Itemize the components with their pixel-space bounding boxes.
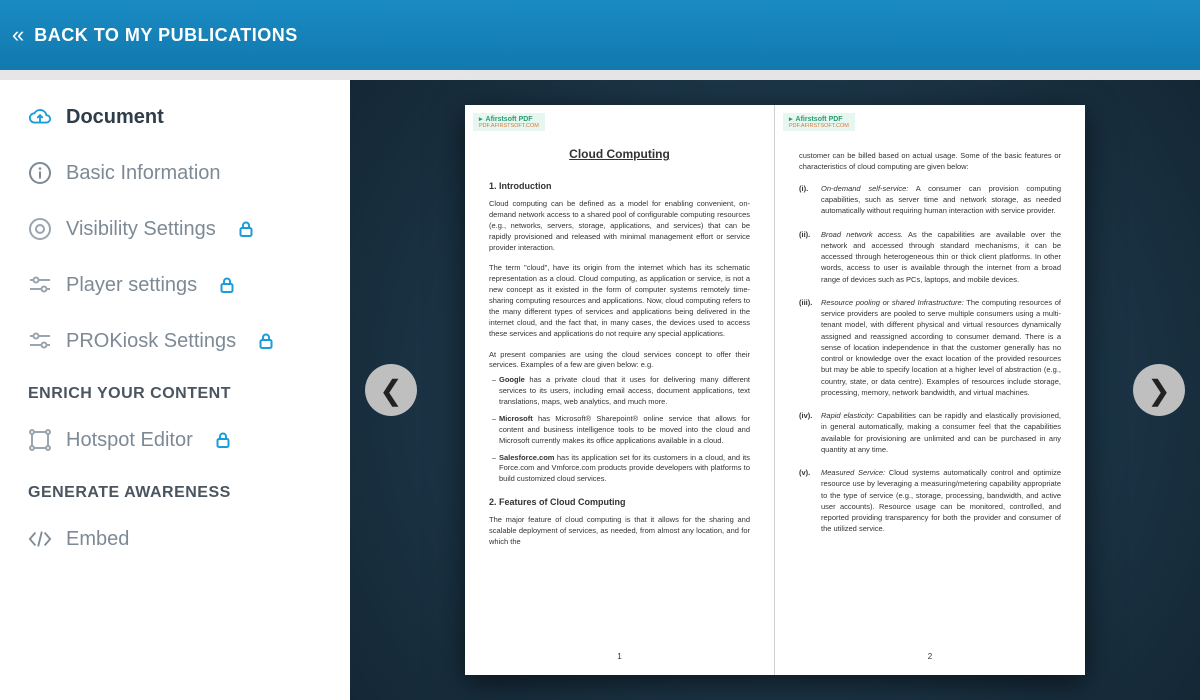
document-title: Cloud Computing	[489, 147, 750, 161]
bullet-bold: Salesforce.com	[499, 453, 554, 462]
divider-strip	[0, 70, 1200, 80]
bullet-bold: Google	[499, 375, 525, 384]
sliders-icon	[28, 329, 52, 353]
item-number: (iii).	[799, 297, 821, 398]
chevron-right-icon: ❯	[1147, 374, 1170, 407]
page-number: 2	[799, 646, 1061, 661]
section-heading-enrich: ENRICH YOUR CONTENT	[28, 385, 325, 403]
lock-icon	[215, 431, 231, 449]
section-heading-awareness: GENERATE AWARENESS	[28, 484, 325, 502]
item-number: (iv).	[799, 410, 821, 455]
page-2: ▸Afirstsoft PDF PDF.AFIRSTSOFT.COM custo…	[775, 105, 1085, 675]
item-text: The computing resources of service provi…	[821, 298, 1061, 397]
back-link[interactable]: BACK TO MY PUBLICATIONS	[34, 25, 298, 46]
sidebar-item-label: Visibility Settings	[66, 218, 216, 241]
sidebar-item-prokiosk-settings[interactable]: PROKiosk Settings	[28, 329, 325, 353]
pdf-watermark-badge: ▸Afirstsoft PDF PDF.AFIRSTSOFT.COM	[473, 113, 545, 131]
paragraph: Cloud computing can be defined as a mode…	[489, 199, 750, 253]
code-icon	[28, 527, 52, 551]
item-term: Broad network access.	[821, 230, 903, 239]
list-item: (ii). Broad network access. As the capab…	[799, 229, 1061, 285]
paragraph: customer can be billed based on actual u…	[799, 151, 1061, 173]
main-area: Document Basic Information Visibility Se…	[0, 80, 1200, 700]
flag-icon: ▸	[789, 115, 793, 123]
sidebar: Document Basic Information Visibility Se…	[0, 80, 350, 700]
heading-features: 2. Features of Cloud Computing	[489, 497, 750, 507]
sidebar-item-label: Embed	[66, 528, 129, 551]
bullet-bold: Microsoft	[499, 414, 533, 423]
heading-introduction: 1. Introduction	[489, 181, 750, 191]
item-number: (ii).	[799, 229, 821, 285]
bullet-text: has Microsoft® Sharepoint® online servic…	[499, 414, 750, 445]
item-number: (i).	[799, 183, 821, 217]
dash-icon: –	[489, 375, 499, 408]
item-text: Cloud systems automatically control and …	[821, 468, 1061, 533]
lock-icon	[258, 332, 274, 350]
pdf-watermark-badge: ▸Afirstsoft PDF PDF.AFIRSTSOFT.COM	[783, 113, 855, 131]
badge-title: Afirstsoft PDF	[796, 116, 843, 123]
lock-icon	[238, 220, 254, 238]
sidebar-item-document[interactable]: Document	[28, 105, 325, 129]
prev-page-button[interactable]: ❮	[365, 364, 417, 416]
sidebar-item-hotspot-editor[interactable]: Hotspot Editor	[28, 428, 325, 452]
sidebar-item-basic-info[interactable]: Basic Information	[28, 161, 325, 185]
badge-title: Afirstsoft PDF	[486, 116, 533, 123]
sidebar-item-visibility[interactable]: Visibility Settings	[28, 217, 325, 241]
sliders-icon	[28, 273, 52, 297]
flag-icon: ▸	[479, 115, 483, 123]
sidebar-item-embed[interactable]: Embed	[28, 527, 325, 551]
badge-subtitle: PDF.AFIRSTSOFT.COM	[479, 123, 539, 129]
list-item: – Salesforce.com has its application set…	[489, 453, 750, 486]
sidebar-item-label: Hotspot Editor	[66, 429, 193, 452]
top-bar: « BACK TO MY PUBLICATIONS	[0, 0, 1200, 70]
sidebar-item-label: PROKiosk Settings	[66, 330, 236, 353]
sidebar-item-player-settings[interactable]: Player settings	[28, 273, 325, 297]
back-chevron-icon[interactable]: «	[12, 22, 24, 48]
bullet-text: has a private cloud that it uses for del…	[499, 375, 750, 406]
list-item: (v). Measured Service: Cloud systems aut…	[799, 467, 1061, 535]
list-item: – Google has a private cloud that it use…	[489, 375, 750, 408]
chevron-left-icon: ❮	[379, 374, 402, 407]
paragraph: The major feature of cloud computing is …	[489, 515, 750, 548]
info-icon	[28, 161, 52, 185]
sidebar-item-label: Player settings	[66, 274, 197, 297]
item-number: (v).	[799, 467, 821, 535]
sidebar-item-label: Document	[66, 106, 164, 129]
page-number: 1	[489, 646, 750, 661]
item-term: Measured Service:	[821, 468, 885, 477]
sidebar-item-label: Basic Information	[66, 162, 221, 185]
list-item: (iii). Resource pooling or shared Infras…	[799, 297, 1061, 398]
item-term: Resource pooling or shared Infrastructur…	[821, 298, 964, 307]
paragraph: The term "cloud", have its origin from t…	[489, 263, 750, 339]
cloud-upload-icon	[28, 105, 52, 129]
book-spread: ▸Afirstsoft PDF PDF.AFIRSTSOFT.COM Cloud…	[465, 105, 1085, 675]
list-item: (i). On-demand self-service: A consumer …	[799, 183, 1061, 217]
next-page-button[interactable]: ❯	[1133, 364, 1185, 416]
paragraph: At present companies are using the cloud…	[489, 350, 750, 372]
lock-icon	[219, 276, 235, 294]
dash-icon: –	[489, 453, 499, 486]
badge-subtitle: PDF.AFIRSTSOFT.COM	[789, 123, 849, 129]
document-viewer: ❮ ❯ ▸Afirstsoft PDF PDF.AFIRSTSOFT.COM C…	[350, 80, 1200, 700]
hotspot-icon	[28, 428, 52, 452]
list-item: – Microsoft has Microsoft® Sharepoint® o…	[489, 414, 750, 447]
radio-icon	[28, 217, 52, 241]
list-item: (iv). Rapid elasticity: Capabilities can…	[799, 410, 1061, 455]
page-1: ▸Afirstsoft PDF PDF.AFIRSTSOFT.COM Cloud…	[465, 105, 775, 675]
item-term: On-demand self-service:	[821, 184, 908, 193]
item-term: Rapid elasticity:	[821, 411, 874, 420]
dash-icon: –	[489, 414, 499, 447]
